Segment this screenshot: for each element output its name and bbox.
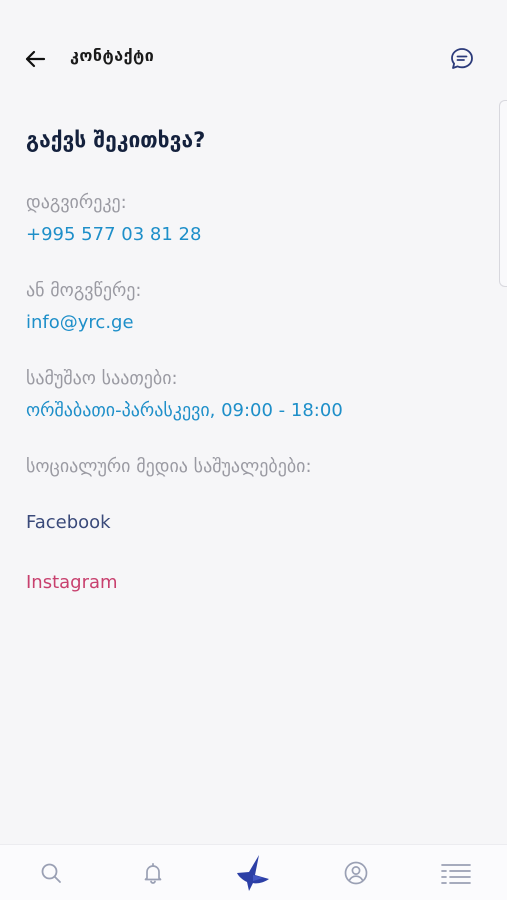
social-label: სოციალური მედია საშუალებები: [26, 456, 312, 477]
nav-profile[interactable] [326, 845, 386, 900]
user-icon [344, 861, 368, 884]
chat-bubble-icon [451, 48, 473, 69]
bell-icon [144, 862, 162, 884]
working-hours: ორშაბათი-პარასკევი, 09:00 - 18:00 [26, 400, 343, 421]
arrow-left-icon [25, 50, 46, 68]
logo-icon [237, 854, 269, 891]
chat-button[interactable] [447, 44, 477, 74]
phone-link[interactable]: +995 577 03 81 28 [26, 222, 486, 248]
email-link[interactable]: info@yrc.ge [26, 310, 486, 336]
instagram-link[interactable]: Instagram [26, 570, 486, 596]
header: კონტაქტი [0, 0, 507, 115]
nav-notifications[interactable] [123, 845, 183, 900]
call-label: დაგვირეკე: [26, 192, 127, 213]
write-label: ან მოგვწერე: [26, 280, 142, 301]
nav-search[interactable] [21, 845, 81, 900]
question-heading: გაქვს შეკითხვა? [26, 128, 206, 152]
bottom-navigation [0, 844, 507, 900]
contact-content: გაქვს შეკითხვა? დაგვირეკე: +995 577 03 8… [26, 124, 486, 596]
facebook-link[interactable]: Facebook [26, 510, 486, 536]
scrollbar[interactable] [499, 100, 507, 287]
menu-icon [441, 863, 471, 884]
back-button[interactable] [20, 44, 50, 74]
nav-menu[interactable] [426, 845, 486, 900]
search-icon [41, 863, 61, 883]
page-title: კონტაქტი [70, 46, 155, 65]
nav-home[interactable] [223, 845, 283, 900]
hours-label: სამუშაო საათები: [26, 368, 178, 389]
